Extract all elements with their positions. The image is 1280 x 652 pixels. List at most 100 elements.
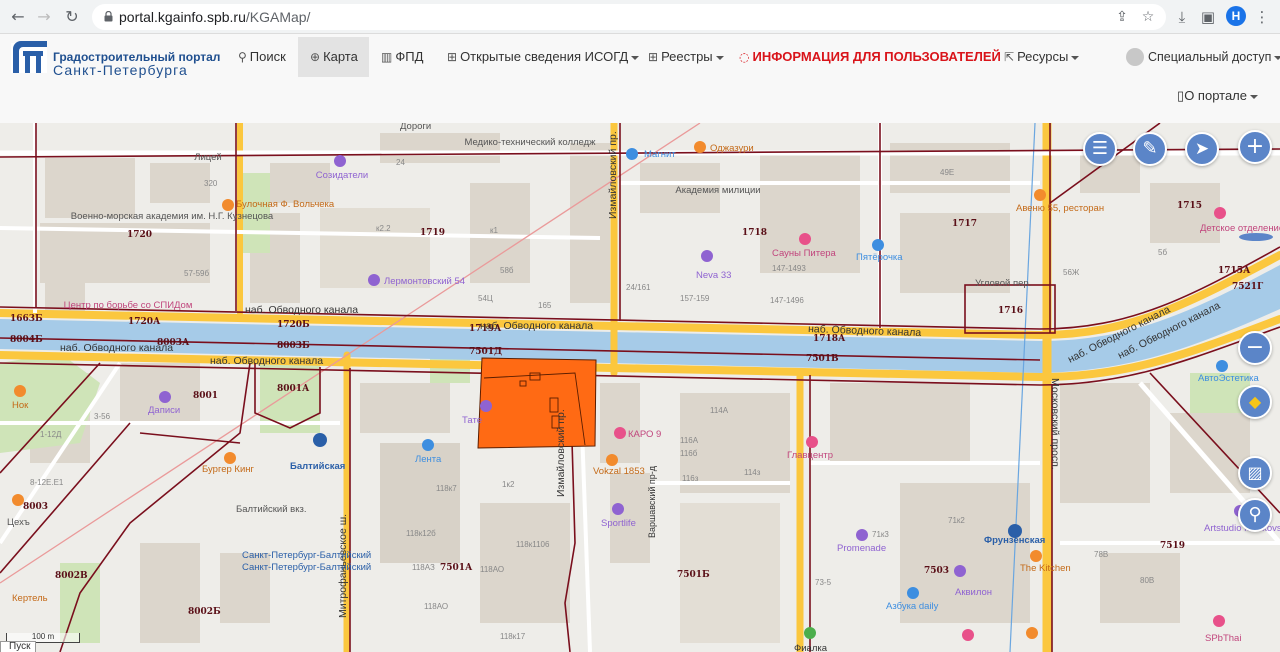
svg-text:8-12Е.Е1: 8-12Е.Е1	[30, 478, 64, 487]
street-label: наб. Обводного канала	[480, 320, 593, 332]
external-link-icon: ⇱	[1004, 50, 1015, 64]
menu-search-label: Поиск	[249, 49, 286, 64]
place-label: АвтоЭстетика	[1198, 373, 1260, 384]
globe-icon: ⊕	[310, 50, 321, 64]
place-label: Лермонтовский 54	[384, 276, 465, 287]
block-number: 1663Б	[10, 314, 43, 324]
block-number: 1718	[742, 228, 767, 238]
menu-special-access[interactable]: Специальный доступ	[1120, 37, 1280, 77]
plus-icon: +	[1245, 134, 1265, 159]
place-label: Оджазури	[710, 143, 754, 154]
browser-toolbar: ← → ↻ portal.kgainfo.spb.ru/KGAMap/ ⇪ ☆ …	[0, 0, 1280, 34]
menu-registries[interactable]: ⊞ Реестры	[642, 37, 730, 77]
place-label: Сауны Питера	[772, 248, 837, 259]
brand-city: Санкт-Петербурга	[53, 62, 188, 78]
svg-text:118к17: 118к17	[500, 632, 526, 641]
zoom-in-button[interactable]: +	[1238, 130, 1272, 164]
menu-resources[interactable]: ⇱ Ресурсы	[998, 37, 1085, 77]
place-label: Пятёрочка	[856, 252, 903, 263]
navigation-arrow-icon: ➤	[1194, 139, 1210, 159]
place-label: Цехъ	[7, 517, 30, 528]
menu-isogd[interactable]: ⊞ Открытые сведения ИСОГД	[441, 37, 645, 77]
svg-text:78В: 78В	[1094, 550, 1108, 559]
map-search-button[interactable]: ⚲	[1238, 498, 1272, 532]
place-label: Угловой пер.	[975, 278, 1031, 289]
place-label: SPbThai	[1205, 633, 1241, 644]
download-icon[interactable]: ⤓	[1172, 7, 1192, 27]
reload-icon[interactable]: ↻	[62, 7, 82, 27]
block-number: 8004Б	[10, 335, 43, 345]
svg-text:58б: 58б	[500, 266, 514, 275]
layers-list-button[interactable]: ☰	[1083, 132, 1117, 166]
chevron-down-icon	[1250, 94, 1258, 99]
portal-logo[interactable]	[9, 37, 49, 77]
address-bar[interactable]: portal.kgainfo.spb.ru/KGAMap/ ⇪ ☆	[92, 4, 1166, 30]
basemap-button[interactable]: ◆	[1238, 385, 1272, 419]
block-number: 1719	[420, 228, 445, 238]
map-svg[interactable]: 1720 1719 1718 1717 1715 1715А 1663Б 172…	[0, 123, 1280, 652]
svg-text:71к3: 71к3	[872, 530, 889, 539]
url-host: portal.kgainfo.spb.ru	[119, 9, 246, 25]
svg-text:56Ж: 56Ж	[1063, 268, 1080, 277]
place-label: Главцентр	[787, 450, 833, 461]
forward-arrow-icon[interactable]: →	[34, 7, 54, 27]
block-number: 1715А	[1218, 266, 1251, 276]
place-label: Центр по борьбе со СПИДом	[64, 300, 193, 311]
side-panel-icon[interactable]: ▣	[1198, 7, 1218, 27]
place-label: Тате	[462, 415, 482, 426]
block-number: 7501А	[440, 563, 473, 573]
menu-map[interactable]: ⊕ Карта	[298, 37, 369, 77]
place-label: Балтийский вкз.	[236, 504, 307, 515]
block-number: 1716	[998, 306, 1023, 316]
overview-map-button[interactable]: ▨	[1238, 456, 1272, 490]
portal-header: Градостроительный портал Санкт-Петербург…	[0, 34, 1280, 123]
block-number: 8002В	[55, 571, 88, 581]
zoom-slider-handle[interactable]	[1239, 233, 1273, 241]
share-icon[interactable]: ⇪	[1114, 9, 1130, 25]
street-label: Варшавский пр-д	[647, 465, 657, 538]
block-number: 7519	[1160, 541, 1185, 551]
more-menu-icon[interactable]: ⋮	[1252, 7, 1272, 27]
menu-search[interactable]: ⚲ Поиск	[232, 37, 292, 77]
svg-text:118АЗ: 118АЗ	[412, 563, 435, 572]
back-arrow-icon[interactable]: ←	[8, 7, 28, 27]
block-number: 8003	[23, 502, 48, 512]
lock-icon	[104, 11, 113, 22]
place-label: Лицей	[194, 152, 221, 163]
table-icon: ⊞	[447, 50, 458, 64]
zoom-out-button[interactable]: −	[1238, 331, 1272, 365]
svg-text:118к1106: 118к1106	[516, 540, 550, 549]
place-label: The Kitchen	[1020, 563, 1071, 574]
block-number: 8003Б	[277, 341, 310, 351]
svg-text:1-12Д: 1-12Д	[40, 430, 62, 439]
block-number: 8001А	[277, 384, 310, 394]
start-button[interactable]: Пуск	[0, 641, 36, 652]
menu-resources-label: Ресурсы	[1017, 49, 1069, 64]
block-number: 7501Б	[677, 570, 710, 580]
menu-fpd-label: ФПД	[395, 49, 424, 64]
svg-text:157-159: 157-159	[680, 294, 710, 303]
svg-text:114з: 114з	[744, 468, 761, 477]
place-label: КАРО 9	[628, 429, 661, 440]
place-label: Neva 33	[696, 270, 731, 281]
url-path: /KGAMap/	[245, 9, 311, 25]
place-label: Promenade	[837, 543, 886, 554]
highlighted-parcel[interactable]	[477, 357, 597, 449]
map-canvas[interactable]: 1720 1719 1718 1717 1715 1715А 1663Б 172…	[0, 123, 1280, 652]
bookmark-star-icon[interactable]: ☆	[1140, 9, 1156, 25]
block-number: 1720Б	[277, 320, 310, 330]
svg-text:116б: 116б	[680, 449, 698, 458]
menu-info[interactable]: ◌ ИНФОРМАЦИЯ ДЛЯ ПОЛЬЗОВАТЕЛЕЙ	[733, 37, 1007, 77]
svg-text:118к12б: 118к12б	[406, 529, 436, 538]
menu-isogd-label: Открытые сведения ИСОГД	[460, 49, 629, 64]
menu-about[interactable]: ▯О портале	[1177, 88, 1258, 104]
measure-button[interactable]: ✎	[1133, 132, 1167, 166]
pencil-icon: ✎	[1142, 138, 1158, 159]
profile-avatar[interactable]: H	[1226, 6, 1246, 26]
minus-icon: −	[1245, 335, 1265, 360]
menu-fpd[interactable]: ▥ ФПД	[375, 37, 429, 77]
menu-special-label: Специальный доступ	[1148, 50, 1272, 64]
svg-text:118к7: 118к7	[436, 484, 457, 493]
place-label: Медико-технический колледж	[464, 137, 596, 148]
geolocate-button[interactable]: ➤	[1185, 132, 1219, 166]
